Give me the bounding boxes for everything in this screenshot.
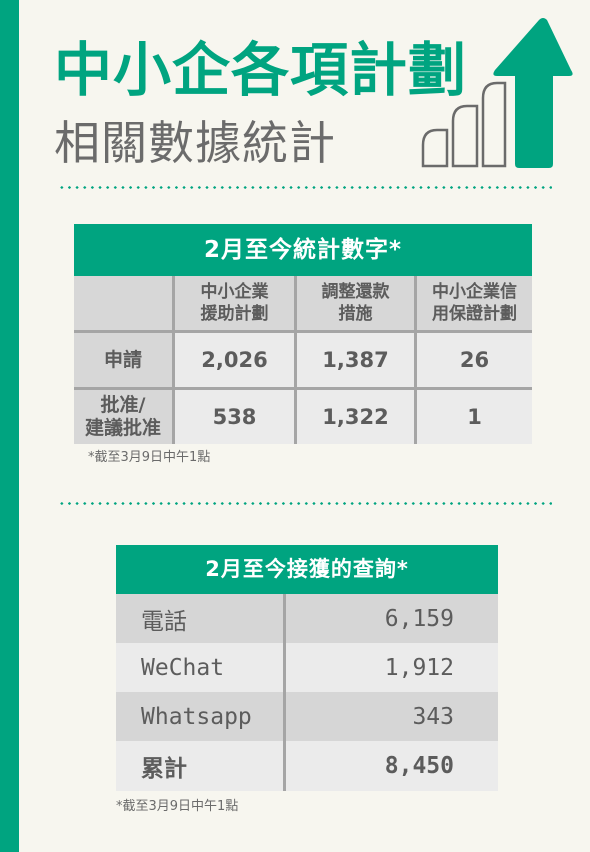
column-header-label: 中小企業 援助計劃 [200,282,269,324]
column-header-label: 中小企業信 用保證計劃 [432,282,517,324]
table-cell: 2,026 [175,333,297,390]
table-cell: 1 [417,390,532,444]
column-header: 中小企業 援助計劃 [175,276,297,333]
left-accent-bar [0,0,19,852]
table-cell: 1,387 [297,333,417,390]
column-header: 中小企業信 用保證計劃 [417,276,532,333]
dotted-divider [58,186,552,189]
column-header: 調整還款 措施 [297,276,417,333]
total-label: 累計 [116,741,286,791]
table-row: Whatsapp 343 [116,692,498,741]
table-cell: 538 [175,390,297,444]
channel-value: 6,159 [384,605,454,632]
dotted-divider [58,502,552,505]
corner-cell [74,276,175,333]
table-cell: 1,322 [297,390,417,444]
bar-chart-up-arrow-icon [421,18,573,168]
table-row: 電話 6,159 [116,594,498,643]
total-value: 8,450 [384,753,454,779]
row-header: 批准/ 建議批准 [74,390,175,444]
row-header: 申請 [74,333,175,390]
stats-table: 2月至今統計數字* 中小企業 援助計劃 調整還款 措施 中小企業信 用保證計劃 … [74,224,532,444]
stats-table-note: *截至3月9日中午1點 [88,450,211,465]
table-cell: 26 [417,333,532,390]
page-subtitle: 相關數據統計 [54,116,336,170]
total-row: 累計 8,450 [116,741,498,791]
bar-tall-icon [481,81,507,168]
page-title: 中小企各項計劃 [54,36,468,104]
channel-label: WeChat [116,643,286,692]
enquiries-table-note: *截至3月9日中午1點 [116,799,239,814]
stats-table-title: 2月至今統計數字* [74,224,532,276]
table-row: WeChat 1,912 [116,643,498,692]
channel-label: 電話 [116,594,286,643]
enquiries-table: 2月至今接獲的查詢* 電話 6,159 WeChat 1,912 Whatsap… [116,545,498,791]
channel-value: 1,912 [384,654,454,681]
bar-medium-icon [451,104,479,168]
channel-label: Whatsapp [116,692,286,741]
row-header-label: 批准/ 建議批准 [84,394,161,439]
channel-value: 343 [412,703,454,730]
enquiries-table-title: 2月至今接獲的查詢* [116,545,498,594]
bar-small-icon [421,128,449,168]
column-header-label: 調整還款 措施 [321,282,390,324]
